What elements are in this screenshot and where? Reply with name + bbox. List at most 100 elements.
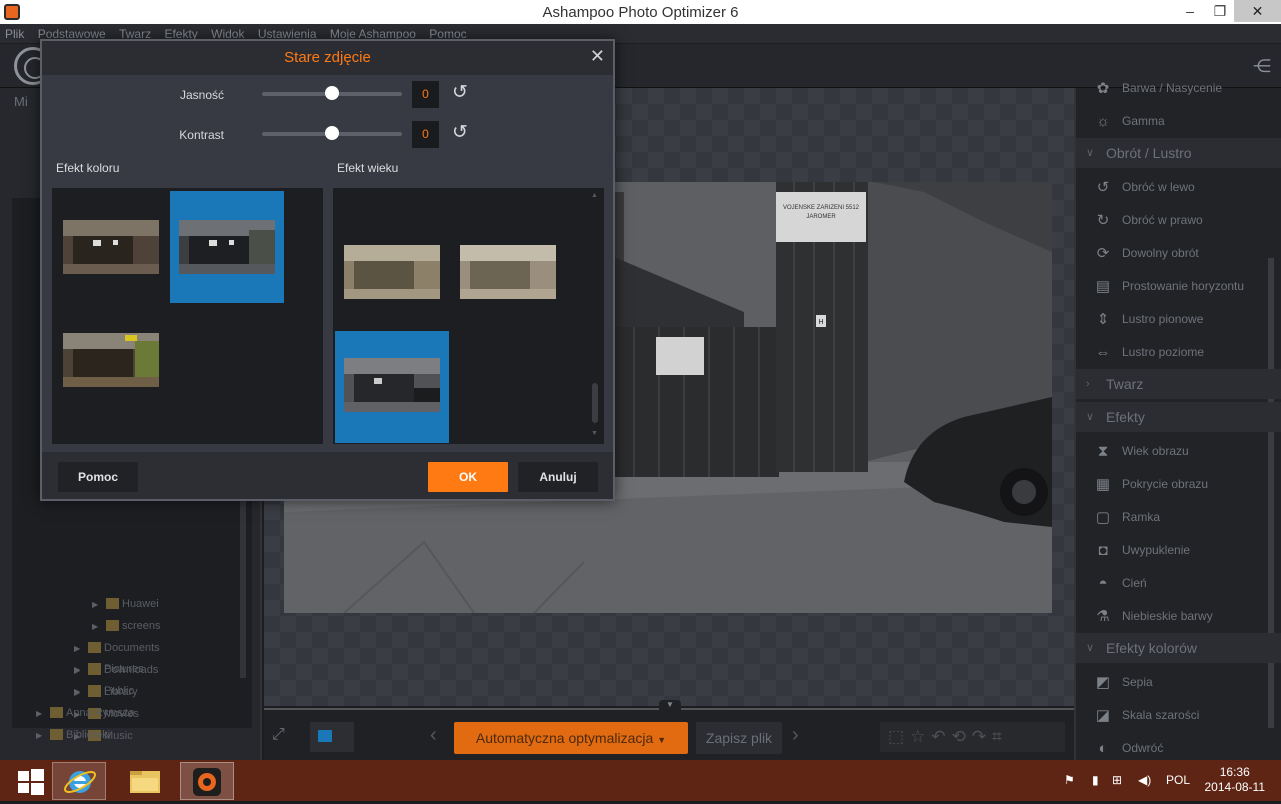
undo-icon[interactable]: ↶	[931, 727, 951, 746]
color-effect-thumb-cool[interactable]	[179, 220, 275, 274]
tool-item-3[interactable]: ↺ Obróć w lewo	[1076, 171, 1271, 204]
expand-arrow-icon[interactable]: ▶	[74, 687, 88, 696]
chevron-down-icon[interactable]: ∨	[1086, 633, 1094, 663]
tool-item-11[interactable]: ⧗ Wiek obrazu	[1076, 435, 1271, 468]
tree-item-biblioteki[interactable]: ▶ Biblioteki	[36, 729, 110, 749]
color-effect-thumb-vivid[interactable]	[63, 333, 159, 387]
tool-item-12[interactable]: ▦ Pokrycie obrazu	[1076, 468, 1271, 501]
age-effect-thumb-yellow[interactable]	[344, 245, 440, 299]
tree-item-pictures[interactable]: ▶ Pictures	[74, 663, 144, 683]
age-effect-thumb-gray[interactable]	[344, 358, 440, 412]
brightness-slider-handle[interactable]	[325, 86, 339, 100]
save-file-button[interactable]: Zapisz plik	[696, 722, 782, 754]
dialog-close-icon[interactable]: ✕	[590, 46, 605, 67]
expand-arrow-icon[interactable]: ▶	[92, 622, 106, 631]
help-button[interactable]: Pomoc	[58, 462, 138, 492]
file-explorer-button[interactable]	[118, 762, 172, 800]
color-effect-thumb-warm[interactable]	[63, 220, 159, 274]
clock[interactable]: 16:36 2014-08-11	[1205, 765, 1266, 795]
cancel-button[interactable]: Anuluj	[518, 462, 598, 492]
chevron-down-icon[interactable]: ∨	[1086, 402, 1094, 432]
age-grid-scrollbar[interactable]	[592, 383, 598, 423]
age-effect-thumb-faded[interactable]	[460, 245, 556, 299]
folder-icon	[88, 642, 101, 653]
redo-icon[interactable]: ↷	[972, 727, 992, 746]
right-panel-list: ✿ Barwa / Nasycenie ☼ Gamma ∨ Obrót / Lustro ↺…	[1076, 72, 1281, 760]
tool-item-label: Lustro pionowe	[1122, 312, 1204, 326]
tool-item-16[interactable]: ⚗ Niebieskie barwy	[1076, 600, 1271, 633]
tool-item-19[interactable]: ◪ Skala szarości	[1076, 699, 1271, 732]
chevron-right-icon[interactable]: ›	[1086, 369, 1090, 399]
photo-optimizer-taskbar-button[interactable]	[180, 762, 234, 800]
selection-icon[interactable]: ⬚	[888, 727, 910, 746]
brightness-reset-icon[interactable]: ↺	[452, 81, 468, 104]
thumbnail-image	[63, 220, 159, 274]
tool-item-5[interactable]: ⟳ Dowolny obrót	[1076, 237, 1271, 270]
tree-item-huawei[interactable]: ▶ Huawei	[92, 598, 159, 618]
battery-icon[interactable]: ▮	[1092, 760, 1099, 801]
auto-optimize-button[interactable]: Automatyczna optymalizacja ▼	[454, 722, 688, 754]
tree-item-screens[interactable]: ▶ screens	[92, 620, 161, 640]
close-window-button[interactable]: ✕	[1234, 0, 1281, 22]
tool-item-label: Odwróć	[1122, 741, 1164, 755]
contrast-slider-handle[interactable]	[325, 126, 339, 140]
expand-arrow-icon[interactable]: ▶	[74, 665, 88, 674]
scroll-up-icon[interactable]: ▲	[591, 192, 598, 199]
expand-arrow-icon[interactable]: ▶	[74, 644, 88, 653]
tree-item-documents[interactable]: ▶ Documents	[74, 642, 160, 662]
section-header-17[interactable]: ∨ Efekty kolorów	[1076, 633, 1281, 663]
network-icon[interactable]: ⊞	[1112, 760, 1122, 801]
volume-icon[interactable]: ◀)	[1138, 760, 1151, 801]
horizon-icon: ▤	[1095, 278, 1111, 295]
collapse-handle-icon[interactable]: ▼	[659, 700, 681, 710]
dropdown-arrow-icon[interactable]: ▼	[657, 735, 666, 745]
blue-tones-icon: ⚗	[1096, 608, 1110, 625]
tool-item-8[interactable]: ⇔ Lustro poziome	[1076, 336, 1271, 369]
expand-arrow-icon[interactable]: ▶	[36, 709, 50, 718]
chevron-down-icon[interactable]: ∨	[1086, 138, 1094, 168]
star-icon[interactable]: ☆	[910, 727, 931, 746]
fullscreen-icon[interactable]: ⤢	[272, 726, 285, 744]
tool-item-1[interactable]: ☼ Gamma	[1076, 105, 1271, 138]
tool-item-label: Prostowanie horyzontu	[1122, 279, 1245, 293]
age-effect-thumb-selected[interactable]	[335, 331, 449, 443]
rotate-left-icon: ↺	[1096, 179, 1110, 196]
tool-item-15[interactable]: ◓ Cień	[1076, 567, 1271, 600]
ok-button[interactable]: OK	[428, 462, 508, 492]
contrast-reset-icon[interactable]: ↺	[452, 121, 468, 144]
bottom-bar: ▼ ⤢ ‹ Automatyczna optymalizacja ▼ Zapis…	[264, 700, 1074, 760]
expand-arrow-icon[interactable]: ▶	[36, 731, 50, 740]
section-header-10[interactable]: ∨ Efekty	[1076, 402, 1281, 432]
tool-item-0[interactable]: ✿ Barwa / Nasycenie	[1076, 72, 1271, 105]
tree-item-public[interactable]: ▶ Public	[74, 685, 134, 705]
previous-image-icon[interactable]: ‹	[430, 724, 437, 747]
tool-item-14[interactable]: ◘ Uwypuklenie	[1076, 534, 1271, 567]
color-effect-thumb-selected[interactable]	[170, 191, 284, 303]
language-indicator[interactable]: POL	[1166, 760, 1190, 801]
rotate-icon[interactable]: ⟲	[952, 727, 972, 746]
rotate-right-icon: ↻	[1096, 212, 1110, 229]
tool-item-label: Pokrycie obrazu	[1122, 477, 1209, 491]
tree-item-anna-rymsza[interactable]: ▶ Anna Rymsza	[36, 707, 134, 727]
crop-icon[interactable]: ⌗	[992, 727, 1008, 746]
tool-item-13[interactable]: ▢ Ramka	[1076, 501, 1271, 534]
expand-arrow-icon[interactable]: ▶	[92, 600, 106, 609]
brightness-value[interactable]: 0	[412, 81, 439, 108]
next-image-icon[interactable]: ›	[792, 724, 799, 747]
tool-item-6[interactable]: ▤ Prostowanie horyzontu	[1076, 270, 1271, 303]
compare-view-button[interactable]	[310, 722, 354, 752]
section-header-2[interactable]: ∨ Obrót / Lustro	[1076, 138, 1281, 168]
contrast-value[interactable]: 0	[412, 121, 439, 148]
scroll-down-icon[interactable]: ▼	[591, 430, 598, 437]
start-button[interactable]	[4, 762, 58, 800]
internet-explorer-button[interactable]	[52, 762, 106, 800]
flag-icon[interactable]: ⚑	[1064, 760, 1075, 801]
tool-item-18[interactable]: ◩ Sepia	[1076, 666, 1271, 699]
section-header-9[interactable]: › Twarz	[1076, 369, 1281, 399]
contrast-slider[interactable]	[262, 126, 402, 140]
menu-plik[interactable]: Plik	[0, 24, 29, 44]
tool-item-7[interactable]: ⇕ Lustro pionowe	[1076, 303, 1271, 336]
tool-item-4[interactable]: ↻ Obróć w prawo	[1076, 204, 1271, 237]
brightness-slider[interactable]	[262, 86, 402, 100]
tool-item-20[interactable]: ◐ Odwróć	[1076, 732, 1271, 760]
